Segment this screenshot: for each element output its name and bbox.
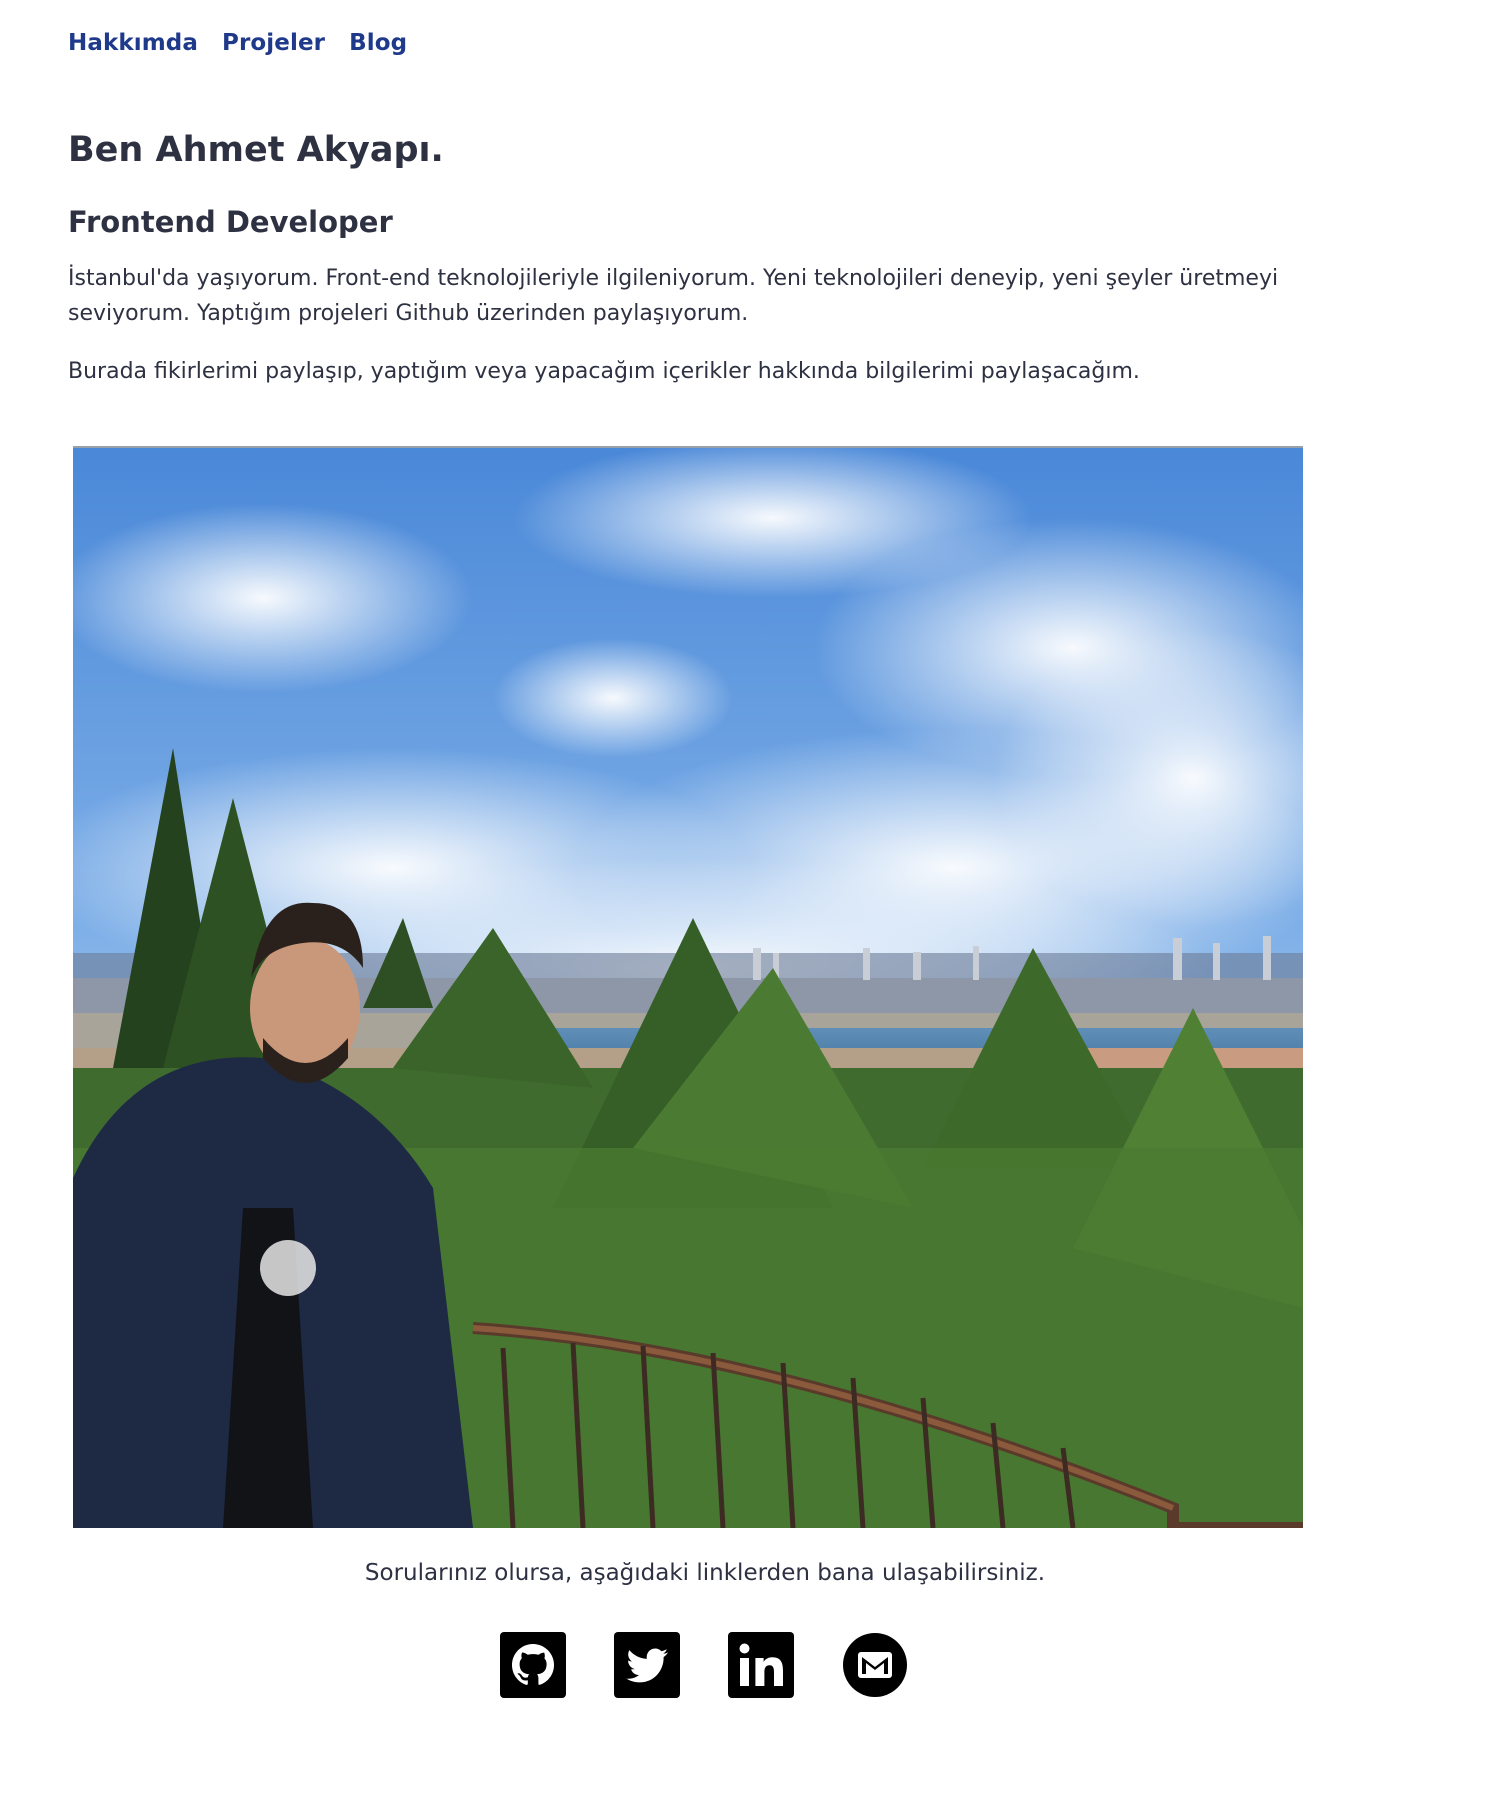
social-links (500, 1632, 908, 1698)
top-nav: Hakkımda Projeler Blog (68, 30, 407, 56)
contact-text: Sorularınız olursa, aşağıdaki linklerden… (364, 1560, 1046, 1586)
nav-link-hakkimda[interactable]: Hakkımda (68, 30, 198, 56)
twitter-icon[interactable] (614, 1632, 680, 1698)
page-subtitle: Frontend Developer (68, 205, 393, 239)
about-section: Ben Ahmet Akyapı. Frontend Developer İst… (68, 130, 1308, 389)
linkedin-icon[interactable] (728, 1632, 794, 1698)
bio-paragraph: İstanbul'da yaşıyorum. Front-end teknolo… (68, 266, 1279, 326)
github-icon[interactable] (500, 1632, 566, 1698)
page-title: Ben Ahmet Akyapı. (68, 130, 444, 170)
nav-link-blog[interactable]: Blog (349, 30, 407, 56)
profile-photo (73, 446, 1303, 1528)
gmail-icon[interactable] (842, 1632, 908, 1698)
nav-link-projeler[interactable]: Projeler (222, 30, 325, 56)
bio-paragraph-2: Burada fikirlerimi paylaşıp, yaptığım ve… (68, 359, 1140, 384)
